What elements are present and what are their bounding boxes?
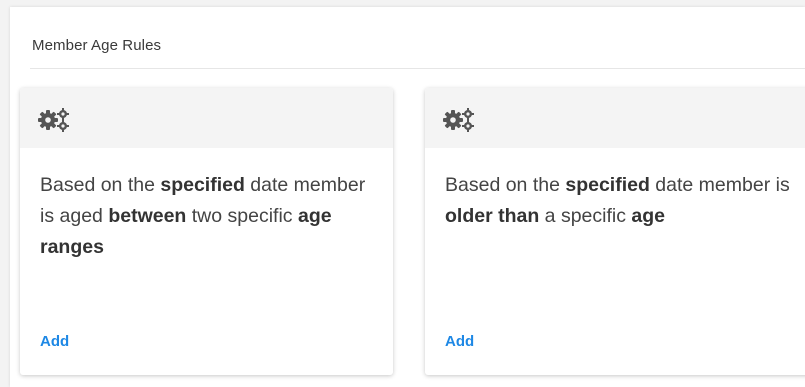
add-button[interactable]: Add	[445, 333, 474, 350]
card-description: Based on the specified date member is ag…	[40, 174, 366, 258]
card-header	[425, 88, 805, 148]
gears-icon	[443, 108, 474, 132]
rule-card-older-than: Based on the specified date member is ol…	[425, 88, 805, 375]
card-description: Based on the specified date member is ol…	[445, 174, 790, 227]
panel-title: Member Age Rules	[32, 37, 162, 54]
gears-icon	[38, 108, 69, 132]
add-button[interactable]: Add	[40, 333, 69, 350]
rule-card-between-ages: Based on the specified date member is ag…	[20, 88, 393, 375]
divider	[30, 68, 805, 69]
card-header	[20, 88, 393, 148]
